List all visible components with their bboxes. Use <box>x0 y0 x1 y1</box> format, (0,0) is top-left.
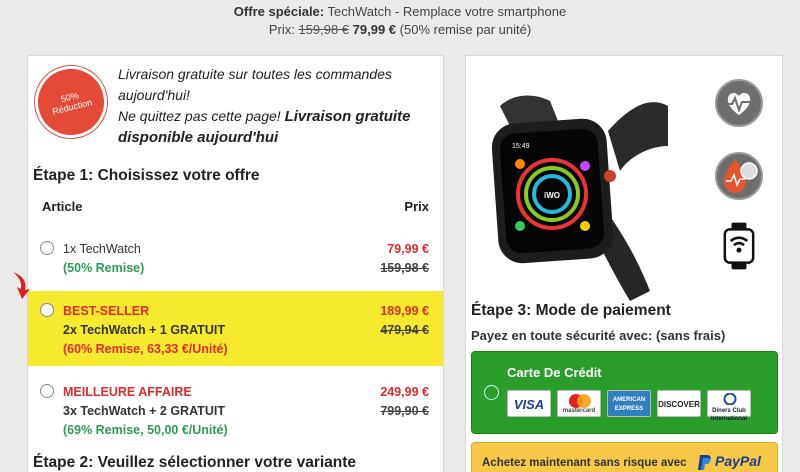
step2-title: Étape 2: Veuillez sélectionner votre var… <box>33 454 357 471</box>
watch-brand: iWO <box>544 191 560 200</box>
offer-name: 1x TechWatch <box>63 242 141 256</box>
amex-card-icon: AMERICAN EXPRESS <box>607 390 651 417</box>
offer-price: 79,99 € <box>387 242 429 256</box>
promo-line-2: Ne quittez pas cette page! Livraison gra… <box>118 106 438 148</box>
offer-radio-2[interactable] <box>40 303 54 317</box>
mastercard-card-icon: mastercard <box>557 390 601 417</box>
discover-card-icon: DISCOVER <box>657 390 701 417</box>
credit-card-label: Carte De Crédit <box>507 365 602 380</box>
paypal-text: Achetez maintenant sans risque avec <box>482 457 687 469</box>
step1-title: Étape 1: Choisissez votre offre <box>33 167 260 184</box>
offer-name: 2x TechWatch + 1 GRATUIT <box>63 323 225 337</box>
offer-title: Offre spéciale: TechWatch - Remplace vot… <box>0 4 800 19</box>
discount-note: (50% remise par unité) <box>396 22 532 37</box>
offer-tag: MEILLEURE AFFAIRE <box>63 385 192 399</box>
step3-title: Étape 3: Mode de paiement <box>471 302 671 319</box>
offer-row-2[interactable]: BEST-SELLER 2x TechWatch + 1 GRATUIT (60… <box>28 291 443 366</box>
mastercard-circles-icon <box>569 394 591 408</box>
offer-text: TechWatch - Remplace votre smartphone <box>324 4 567 19</box>
price-label: Prix: <box>268 22 299 37</box>
product-payment-panel: 15:49 iWO Étape 3: Mode de paiement Paye… <box>465 55 783 472</box>
column-price: Prix <box>404 199 429 214</box>
offer-label: Offre spéciale: <box>233 4 325 19</box>
smartwatch-image: 15:49 iWO <box>491 95 668 301</box>
offer-discount: (60% Remise, 63,33 €/Unité) <box>63 342 228 356</box>
offer-old-price: 159,98 € <box>380 261 429 275</box>
offer-discount: (69% Remise, 50,00 €/Unité) <box>63 423 228 437</box>
offer-price: 189,99 € <box>380 304 429 318</box>
offer-discount: (50% Remise) <box>63 261 145 275</box>
offer-radio-3[interactable] <box>40 384 54 398</box>
offer-tag: BEST-SELLER <box>63 304 150 318</box>
discount-badge: 50% Réduction <box>27 58 115 146</box>
promo-line-1: Livraison gratuite sur toutes les comman… <box>118 66 392 103</box>
wifi-watch-icon <box>723 222 755 270</box>
payment-subtitle: Payez en toute sécurité avec: (sans frai… <box>471 328 726 343</box>
credit-card-radio[interactable] <box>484 385 499 400</box>
visa-card-icon: VISA <box>507 390 551 417</box>
promo-line-2a: Ne quittez pas cette page! <box>118 108 285 124</box>
paypal-logo: PayPal <box>715 453 761 469</box>
price-line: Prix: 159,98 € 79,99 € (50% remise par u… <box>0 22 800 37</box>
offer-old-price: 799,90 € <box>380 404 429 418</box>
offer-row-3[interactable]: MEILLEURE AFFAIRE 3x TechWatch + 2 GRATU… <box>28 376 443 451</box>
paypal-logo-text: PayPal <box>715 453 761 469</box>
offer-name: 3x TechWatch + 2 GRATUIT <box>63 404 225 418</box>
old-price: 159,98 € <box>298 22 350 37</box>
diners-card-icon: Diners Club International <box>707 390 751 422</box>
offer-old-price: 479,94 € <box>380 323 429 337</box>
offer-radio-1[interactable] <box>40 241 54 255</box>
pointer-arrow-icon <box>13 272 30 299</box>
offer-header: Offre spéciale: TechWatch - Remplace vot… <box>0 0 800 42</box>
paypal-icon <box>698 455 711 470</box>
promo-text: Livraison gratuite sur toutes les comman… <box>118 64 438 148</box>
watch-time: 15:49 <box>512 143 530 150</box>
offer-price: 249,99 € <box>380 385 429 399</box>
credit-card-option[interactable]: Carte De Crédit VISA mastercard AMERICAN… <box>471 351 778 434</box>
diners-logo-icon <box>723 393 737 405</box>
offer-panel: 50% Réduction Livraison gratuite sur tou… <box>27 55 444 472</box>
column-article: Article <box>42 199 83 214</box>
new-price: 79,99 € <box>349 22 397 37</box>
heart-rate-icon <box>715 79 763 127</box>
paypal-button[interactable]: Achetez maintenant sans risque avec PayP… <box>471 442 778 472</box>
diners-label: Diners Club International <box>710 408 747 422</box>
blood-pressure-icon <box>715 152 763 200</box>
